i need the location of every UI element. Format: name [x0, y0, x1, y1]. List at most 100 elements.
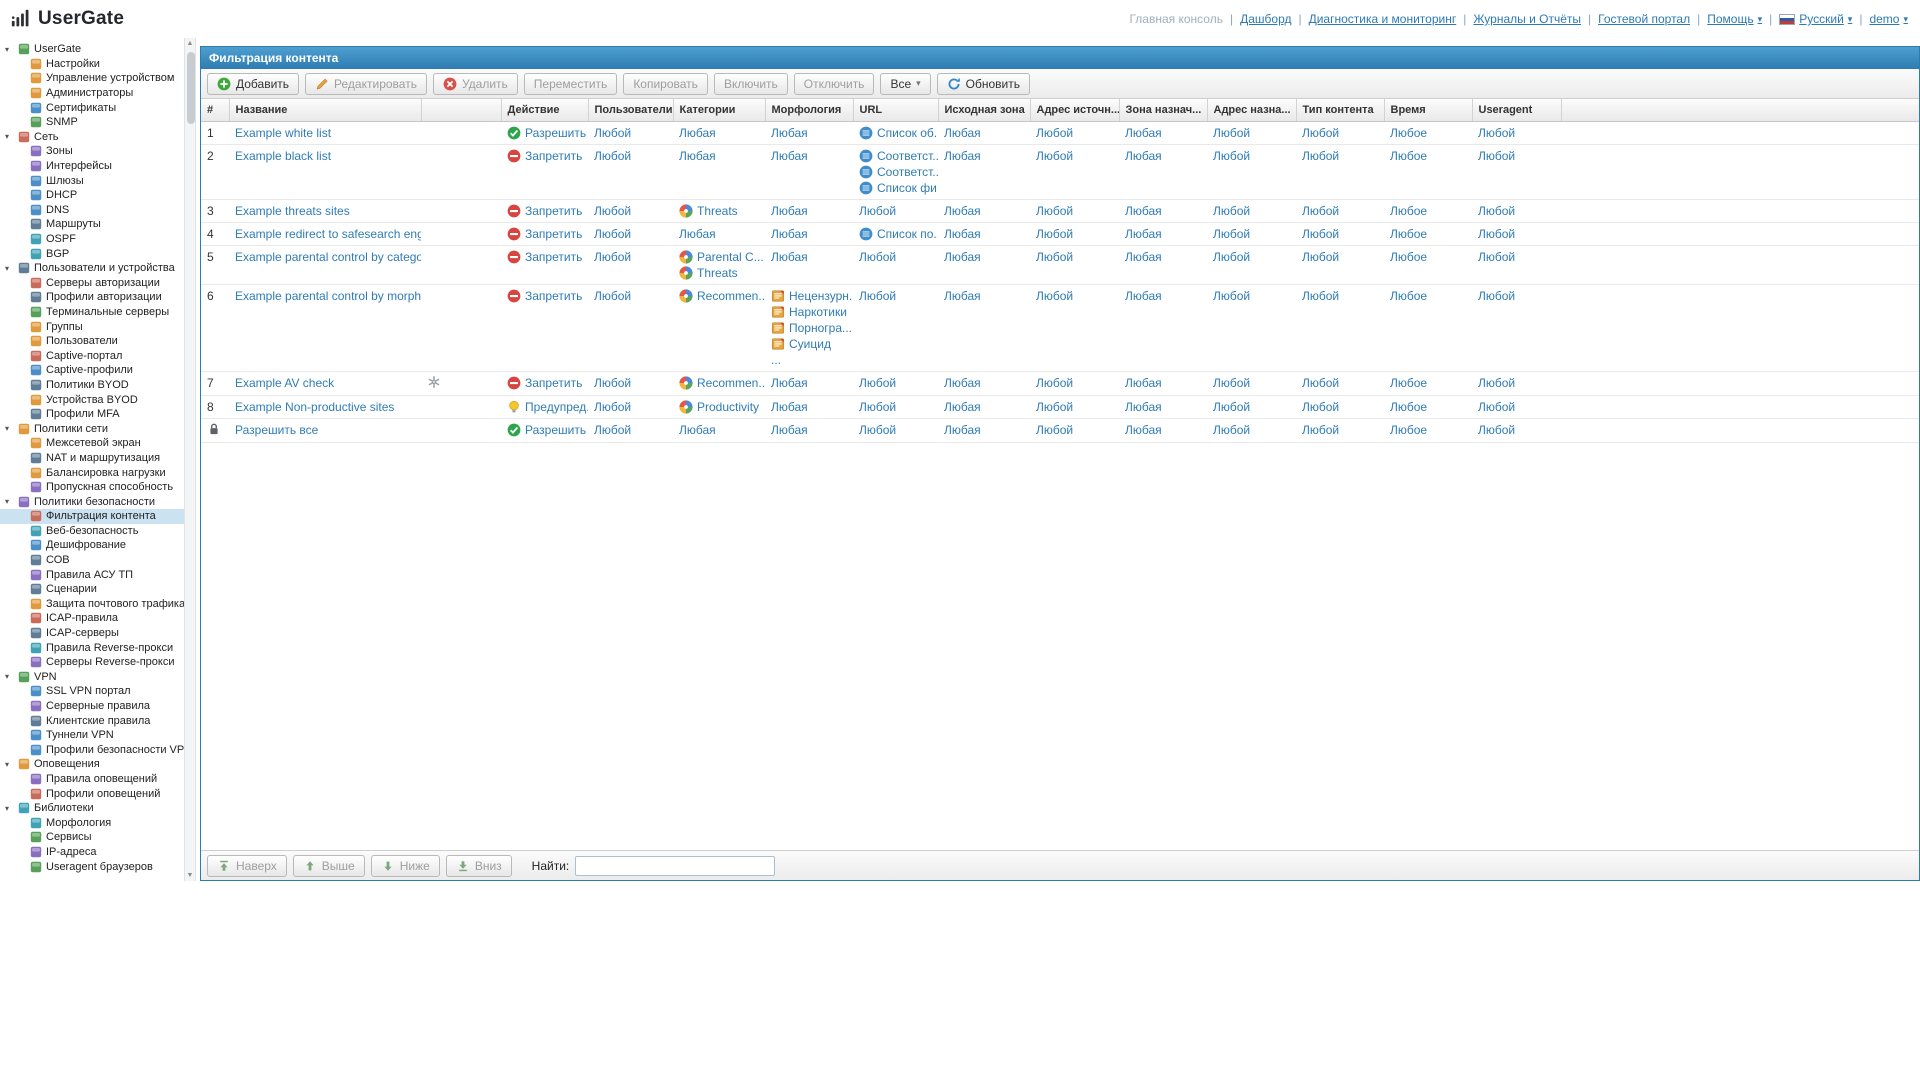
sidebar-item-load-balancing[interactable]: Балансировка нагрузки — [0, 465, 184, 480]
cell-value-link[interactable]: Любой — [1302, 226, 1339, 242]
rule-row[interactable]: 7 Example AV check Запретить Любой Recommen.… — [201, 371, 1919, 396]
cell-value-link[interactable]: Любой — [859, 288, 896, 304]
cell-value-link[interactable]: Любой — [1478, 226, 1515, 242]
column-header[interactable]: Адрес источн... — [1030, 99, 1120, 122]
scroll-down-icon[interactable]: ▼ — [185, 872, 195, 879]
cell-value-link[interactable]: Любой — [594, 148, 631, 164]
sidebar-item-terminal-servers[interactable]: Терминальные серверы — [0, 305, 184, 320]
cell-value-link[interactable]: Parental C... — [697, 249, 764, 265]
cell-value-link[interactable]: Любой — [859, 399, 896, 415]
sidebar-item-settings[interactable]: Настройки — [0, 57, 184, 72]
cell-value-link[interactable]: Любая — [771, 148, 808, 164]
cell-value-link[interactable]: Любой — [1036, 226, 1073, 242]
sidebar-item-icap-rules[interactable]: ICAP-правила — [0, 611, 184, 626]
sidebar-item-mail-protection[interactable]: Защита почтового трафика — [0, 597, 184, 612]
cell-value-link[interactable]: Любая — [944, 399, 981, 415]
cell-value-link[interactable]: Любой — [859, 375, 896, 391]
sidebar-section-vpn[interactable]: ▾ VPN — [0, 670, 184, 685]
sidebar-item-web-security[interactable]: Веб-безопасность — [0, 524, 184, 539]
column-header[interactable]: Время — [1384, 99, 1473, 122]
sidebar-item-byod-devices[interactable]: Устройства BYOD — [0, 392, 184, 407]
cell-value-link[interactable]: Любая — [771, 422, 808, 438]
cell-value-link[interactable]: Любое — [1390, 203, 1427, 219]
move-bottom-button[interactable]: Вниз — [445, 854, 512, 877]
scrollbar-thumb[interactable] — [186, 52, 195, 124]
refresh-button[interactable]: Обновить — [936, 72, 1030, 95]
cell-value-link[interactable]: Любой — [594, 226, 631, 242]
toolbar-button-copy[interactable]: Копировать — [623, 72, 708, 95]
toolbar-button-edit[interactable]: Редактировать — [305, 72, 427, 95]
cell-value-link[interactable]: Список фи... — [877, 180, 938, 196]
sidebar-section-usergate[interactable]: ▾ UserGate — [0, 42, 184, 57]
cell-value-link[interactable]: Любое — [1390, 125, 1427, 141]
cell-value-link[interactable]: Любой — [1213, 226, 1250, 242]
cell-value-link[interactable]: Любой — [1036, 148, 1073, 164]
sidebar-item-vpn-server-rules[interactable]: Серверные правила — [0, 699, 184, 714]
cell-value-link[interactable]: Любой — [1036, 288, 1073, 304]
action-link[interactable]: Запретить — [525, 375, 582, 391]
column-header[interactable]: Тип контента — [1296, 99, 1385, 122]
cell-value-link[interactable]: ... — [771, 352, 781, 368]
cell-value-link[interactable]: Любой — [1213, 249, 1250, 265]
cell-value-link[interactable]: Любое — [1390, 422, 1427, 438]
column-header[interactable]: Морфология — [765, 99, 854, 122]
cell-value-link[interactable]: Любой — [1036, 399, 1073, 415]
sidebar-item-ospf[interactable]: OSPF — [0, 232, 184, 247]
action-link[interactable]: Запретить — [525, 226, 582, 242]
action-link[interactable]: Запретить — [525, 288, 582, 304]
cell-value-link[interactable]: Любая — [944, 125, 981, 141]
rule-row[interactable]: 1 Example white list Разрешить Любой Любая Лю… — [201, 121, 1919, 145]
cell-value-link[interactable]: Любой — [594, 203, 631, 219]
cell-value-link[interactable]: Любой — [1478, 125, 1515, 141]
rule-name-link[interactable]: Example threats sites — [235, 203, 350, 219]
cell-value-link[interactable]: Любое — [1390, 249, 1427, 265]
rule-row[interactable]: 2 Example black list Запретить Любой Любая Лю… — [201, 144, 1919, 200]
action-link[interactable]: Предупред... — [525, 399, 588, 415]
cell-value-link[interactable]: Любой — [1213, 203, 1250, 219]
action-link[interactable]: Запретить — [525, 148, 582, 164]
cell-value-link[interactable]: Любой — [1036, 375, 1073, 391]
rule-row[interactable]: Разрешить все Разрешить Любой Любая Любая Люб… — [201, 418, 1919, 443]
toolbar-button-disable[interactable]: Отключить — [793, 72, 875, 95]
cell-value-link[interactable]: Любой — [1213, 125, 1250, 141]
sidebar-item-alert-profiles[interactable]: Профили оповещений — [0, 786, 184, 801]
action-link[interactable]: Запретить — [525, 203, 582, 219]
action-link[interactable]: Запретить — [525, 249, 582, 265]
cell-value-link[interactable]: Любая — [944, 203, 981, 219]
sidebar-item-dhcp[interactable]: DHCP — [0, 188, 184, 203]
cell-value-link[interactable]: Любая — [679, 226, 716, 242]
cell-value-link[interactable]: Threats — [697, 203, 738, 219]
column-header[interactable]: Useragent — [1472, 99, 1562, 122]
cell-value-link[interactable]: Любой — [1302, 148, 1339, 164]
column-header[interactable]: Название — [229, 99, 422, 122]
rule-name-link[interactable]: Example AV check — [235, 375, 334, 391]
sidebar-item-interfaces[interactable]: Интерфейсы — [0, 159, 184, 174]
cell-value-link[interactable]: Любой — [594, 375, 631, 391]
sidebar-item-scenarios[interactable]: Сценарии — [0, 582, 184, 597]
sidebar-item-device-management[interactable]: Управление устройством — [0, 71, 184, 86]
sidebar-item-services[interactable]: Сервисы — [0, 830, 184, 845]
cell-value-link[interactable]: Любой — [1213, 148, 1250, 164]
column-header[interactable]: Категории — [673, 99, 766, 122]
cell-value-link[interactable]: Любой — [1302, 203, 1339, 219]
cell-value-link[interactable]: Любая — [1125, 422, 1162, 438]
cell-value-link[interactable]: Любая — [1125, 148, 1162, 164]
rule-name-link[interactable]: Разрешить все — [235, 422, 318, 438]
cell-value-link[interactable]: Любой — [594, 125, 631, 141]
cell-value-link[interactable]: Любой — [1302, 422, 1339, 438]
cell-value-link[interactable]: Любая — [1125, 125, 1162, 141]
toolbar-button-move[interactable]: Переместить — [523, 72, 618, 95]
nav-link-help[interactable]: Помощь ▾ — [1707, 12, 1762, 26]
cell-value-link[interactable]: Любой — [1302, 399, 1339, 415]
rule-row[interactable]: 6 Example parental control by morph... Зап… — [201, 284, 1919, 372]
cell-value-link[interactable]: Любое — [1390, 288, 1427, 304]
rule-name-link[interactable]: Example black list — [235, 148, 331, 164]
toolbar-button-enable[interactable]: Включить — [713, 72, 788, 95]
sidebar-item-morphology[interactable]: Морфология — [0, 815, 184, 830]
cell-value-link[interactable]: Любой — [1478, 288, 1515, 304]
sidebar-item-zones[interactable]: Зоны — [0, 144, 184, 159]
cell-value-link[interactable]: Любая — [944, 148, 981, 164]
cell-value-link[interactable]: Любая — [944, 288, 981, 304]
rule-row[interactable]: 3 Example threats sites Запретить Любой Thre… — [201, 199, 1919, 223]
column-header[interactable] — [421, 99, 502, 122]
